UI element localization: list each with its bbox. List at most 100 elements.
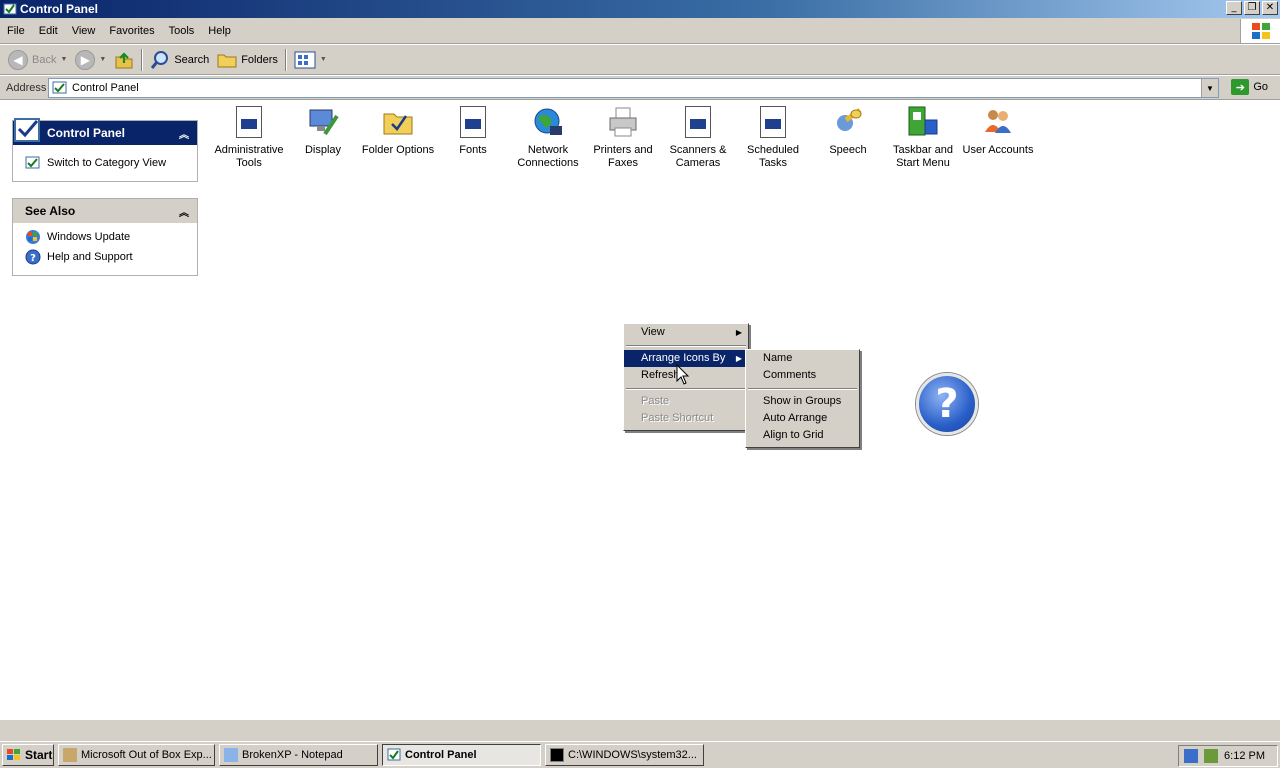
address-dropdown-button[interactable]: ▼ — [1201, 79, 1218, 97]
minimize-button[interactable]: _ — [1226, 1, 1242, 15]
icon-printers-and-faxes[interactable]: Printers and Faxes — [585, 106, 661, 170]
control-panel-pane-header[interactable]: Control Panel ︽ — [13, 118, 197, 145]
menu-separator — [624, 341, 748, 350]
windows-logo-icon — [1240, 19, 1280, 43]
taskbar-button-notepad[interactable]: BrokenXP - Notepad — [219, 744, 378, 766]
submenu-comments[interactable]: Comments — [746, 367, 859, 384]
system-tray: 6:12 PM — [1178, 745, 1278, 767]
title-bar[interactable]: Control Panel _ ❐ ✕ — [0, 0, 1280, 18]
icon-user-accounts[interactable]: User Accounts — [960, 106, 1036, 157]
icon-scheduled-tasks[interactable]: Scheduled Tasks — [735, 106, 811, 170]
folder-options-icon — [383, 113, 413, 135]
submenu-arrow-icon: ▶ — [735, 354, 742, 363]
up-folder-icon — [115, 51, 133, 68]
help-and-support-link[interactable]: ? Help and Support — [13, 247, 197, 267]
menu-help[interactable]: Help — [201, 25, 238, 37]
switch-category-view-label: Switch to Category View — [47, 157, 167, 169]
icon-taskbar-and-start-menu[interactable]: Taskbar and Start Menu — [885, 106, 961, 170]
windows-update-link[interactable]: Windows Update — [13, 227, 197, 247]
folders-button[interactable]: Folders — [213, 47, 282, 73]
see-also-pane: See Also ︽ Windows Update ? Help and Sup… — [12, 198, 198, 276]
icon-scanners-and-cameras[interactable]: Scanners & Cameras — [660, 106, 736, 170]
icon-fonts[interactable]: Fonts — [435, 106, 511, 157]
context-menu-paste-label: Paste — [641, 395, 670, 407]
menu-favorites[interactable]: Favorites — [102, 25, 161, 37]
menu-view[interactable]: View — [65, 25, 103, 37]
context-menu-arrange-icons-by-label: Arrange Icons By — [641, 352, 726, 364]
go-label: Go — [1253, 81, 1268, 93]
taskbar: Start Microsoft Out of Box Exp... Broken… — [0, 741, 1280, 768]
network-connections-icon — [534, 108, 562, 135]
icon-speech[interactable]: Speech — [810, 106, 886, 157]
start-button[interactable]: Start — [2, 744, 54, 766]
submenu-name[interactable]: Name — [746, 350, 859, 367]
control-panel-app-icon — [3, 3, 17, 15]
context-menu-refresh-label: Refresh — [641, 369, 680, 381]
menu-file[interactable]: File — [0, 25, 32, 37]
maximize-button[interactable]: ❐ — [1244, 1, 1260, 15]
control-panel-pane: Control Panel ︽ Switch to Category View — [12, 118, 198, 182]
search-button[interactable]: Search — [146, 47, 213, 73]
menu-separator — [746, 384, 859, 393]
icon-network-connections[interactable]: Network Connections — [510, 106, 586, 170]
collapse-chevron-icon[interactable]: ︽ — [179, 126, 189, 141]
windows-flag-icon — [7, 749, 20, 760]
icon-display[interactable]: Display — [285, 106, 361, 157]
toolbar-separator — [284, 48, 287, 71]
submenu-align-to-grid[interactable]: Align to Grid — [746, 427, 859, 444]
taskbar-button-control-panel[interactable]: Control Panel — [382, 744, 541, 766]
close-button[interactable]: ✕ — [1262, 1, 1278, 15]
taskbar-icon — [908, 106, 938, 136]
windows-update-label: Windows Update — [47, 231, 131, 243]
views-dropdown-icon[interactable]: ▼ — [320, 56, 327, 63]
taskbar-button-cmd[interactable]: C:\WINDOWS\system32... — [545, 744, 704, 766]
submenu-show-in-groups[interactable]: Show in Groups — [746, 393, 859, 410]
collapse-chevron-icon[interactable]: ︽ — [179, 204, 189, 219]
icon-label: Tasks — [758, 157, 788, 169]
menu-tools[interactable]: Tools — [162, 25, 202, 37]
submenu-show-in-groups-label: Show in Groups — [763, 395, 842, 407]
help-question-icon[interactable]: ? — [916, 373, 978, 435]
context-menu-paste-shortcut-label: Paste Shortcut — [641, 412, 714, 424]
scanners-and-cameras-icon — [685, 106, 711, 138]
address-label: Address — [6, 81, 47, 94]
views-icon — [294, 51, 316, 68]
icon-label: Fonts — [459, 144, 487, 156]
see-also-pane-header[interactable]: See Also ︽ — [13, 199, 197, 223]
icon-administrative-tools[interactable]: Administrative Tools — [211, 106, 287, 170]
icon-label: Scanners & — [669, 144, 727, 156]
context-menu-view[interactable]: View ▶ — [624, 324, 748, 341]
icon-label: Network — [527, 144, 569, 156]
back-button[interactable]: ◀ Back ▼ — [4, 47, 71, 73]
folders-label: Folders — [241, 53, 278, 66]
icon-label: User Accounts — [962, 144, 1034, 156]
volume-tray-icon[interactable] — [1204, 749, 1219, 763]
taskbar-button-label: BrokenXP - Notepad — [242, 749, 343, 761]
forward-dropdown-icon[interactable]: ▼ — [99, 56, 106, 63]
taskbar-button-label: Control Panel — [405, 749, 477, 761]
icon-folder-options[interactable]: Folder Options — [360, 106, 436, 157]
menu-edit[interactable]: Edit — [32, 25, 65, 37]
views-button[interactable]: ▼ — [290, 47, 331, 73]
status-bar — [0, 719, 1280, 741]
control-panel-pane-title: Control Panel — [47, 126, 126, 140]
up-folder-button[interactable] — [110, 47, 138, 73]
forward-button[interactable]: ▶ ▼ — [71, 47, 110, 73]
clock[interactable]: 6:12 PM — [1224, 750, 1265, 762]
network-tray-icon[interactable] — [1184, 749, 1199, 763]
taskbar-button-oobe[interactable]: Microsoft Out of Box Exp... — [58, 744, 215, 766]
back-dropdown-icon[interactable]: ▼ — [60, 56, 67, 63]
toolbar: ◀ Back ▼ ▶ ▼ Search Folders ▼ — [0, 45, 1280, 75]
submenu-auto-arrange[interactable]: Auto Arrange — [746, 410, 859, 427]
folders-icon — [217, 54, 237, 67]
go-button[interactable]: ➔ Go — [1231, 79, 1268, 95]
submenu-auto-arrange-label: Auto Arrange — [763, 412, 828, 424]
address-bar: Address Control Panel ▼ ➔ Go — [0, 76, 1280, 100]
taskbar-button-label: Microsoft Out of Box Exp... — [81, 749, 212, 761]
icon-label: Cameras — [675, 157, 721, 169]
taskbar-button-label: C:\WINDOWS\system32... — [568, 749, 697, 761]
switch-category-view-link[interactable]: Switch to Category View — [13, 153, 197, 173]
help-icon: ? — [25, 249, 41, 265]
address-field[interactable]: Control Panel ▼ — [48, 78, 1219, 98]
icon-label: Printers and — [593, 144, 653, 156]
